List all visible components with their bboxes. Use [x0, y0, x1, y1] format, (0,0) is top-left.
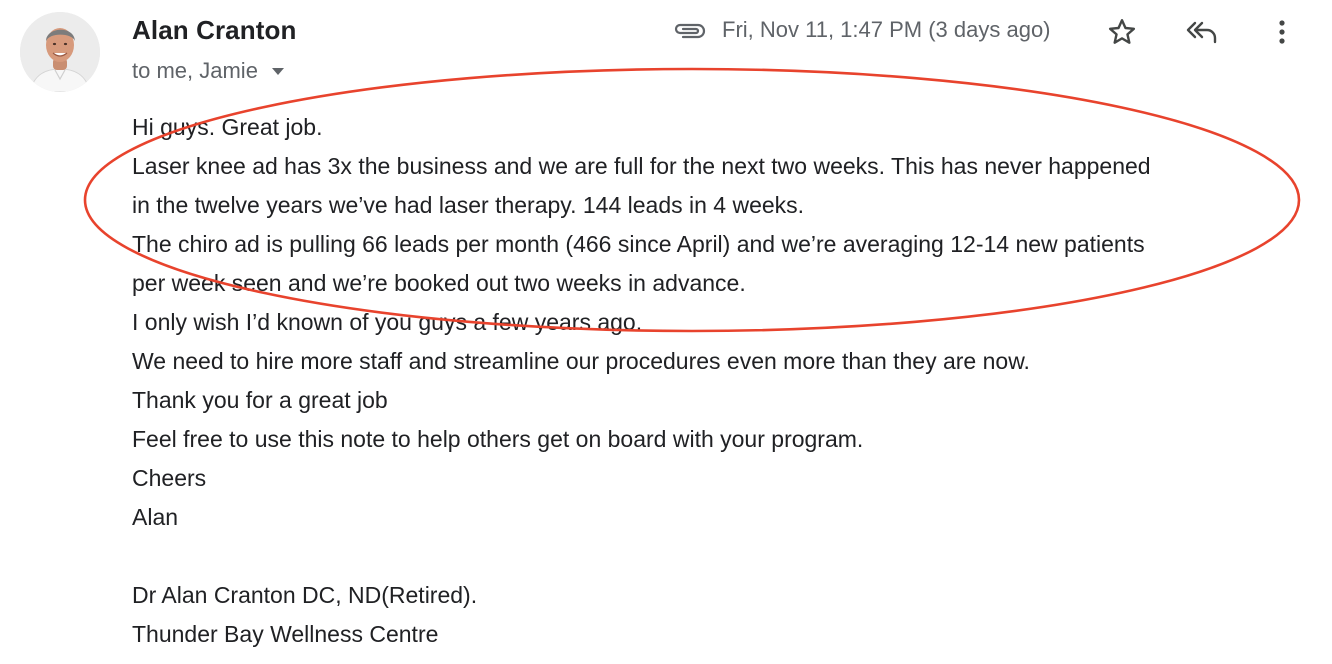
message-body: Hi guys. Great job. Laser knee ad has 3x…: [132, 108, 1151, 654]
more-vert-icon: [1279, 20, 1285, 44]
recipients-label: to me, Jamie: [132, 58, 258, 83]
sender-photo: [20, 12, 100, 92]
reply-all-icon: [1186, 21, 1217, 44]
email-message: Alan Cranton to me, Jamie Fri, Nov 11, 1…: [0, 0, 1332, 664]
body-line: I only wish I’d known of you guys a few …: [132, 309, 643, 335]
reply-all-button[interactable]: [1184, 14, 1220, 50]
body-line: The chiro ad is pulling 66 leads per mon…: [132, 231, 1145, 257]
avatar[interactable]: [20, 12, 100, 92]
body-line: Cheers: [132, 465, 207, 491]
body-line: We need to hire more staff and streamlin…: [132, 348, 1030, 374]
body-line: Hi guys. Great job.: [132, 114, 323, 140]
signature-line: Thunder Bay Wellness Centre: [132, 621, 439, 647]
sender-name[interactable]: Alan Cranton: [132, 15, 296, 46]
more-options-button[interactable]: [1264, 14, 1300, 50]
body-line: Feel free to use this note to help other…: [132, 426, 864, 452]
star-icon: [1108, 19, 1136, 44]
body-line: Laser knee ad has 3x the business and we…: [132, 153, 1151, 179]
body-line: Thank you for a great job: [132, 387, 388, 413]
body-line: per week seen and we’re booked out two w…: [132, 270, 746, 296]
body-line: Alan: [132, 504, 179, 530]
signature-line: Dr Alan Cranton DC, ND(Retired).: [132, 582, 478, 608]
body-line: in the twelve years we’ve had laser ther…: [132, 192, 805, 218]
star-button[interactable]: [1104, 14, 1140, 50]
chevron-down-icon: [271, 67, 284, 75]
paperclip-icon: [670, 18, 708, 44]
email-date: Fri, Nov 11, 1:47 PM (3 days ago): [722, 17, 1051, 42]
recipients-toggle[interactable]: to me, Jamie: [132, 58, 284, 84]
